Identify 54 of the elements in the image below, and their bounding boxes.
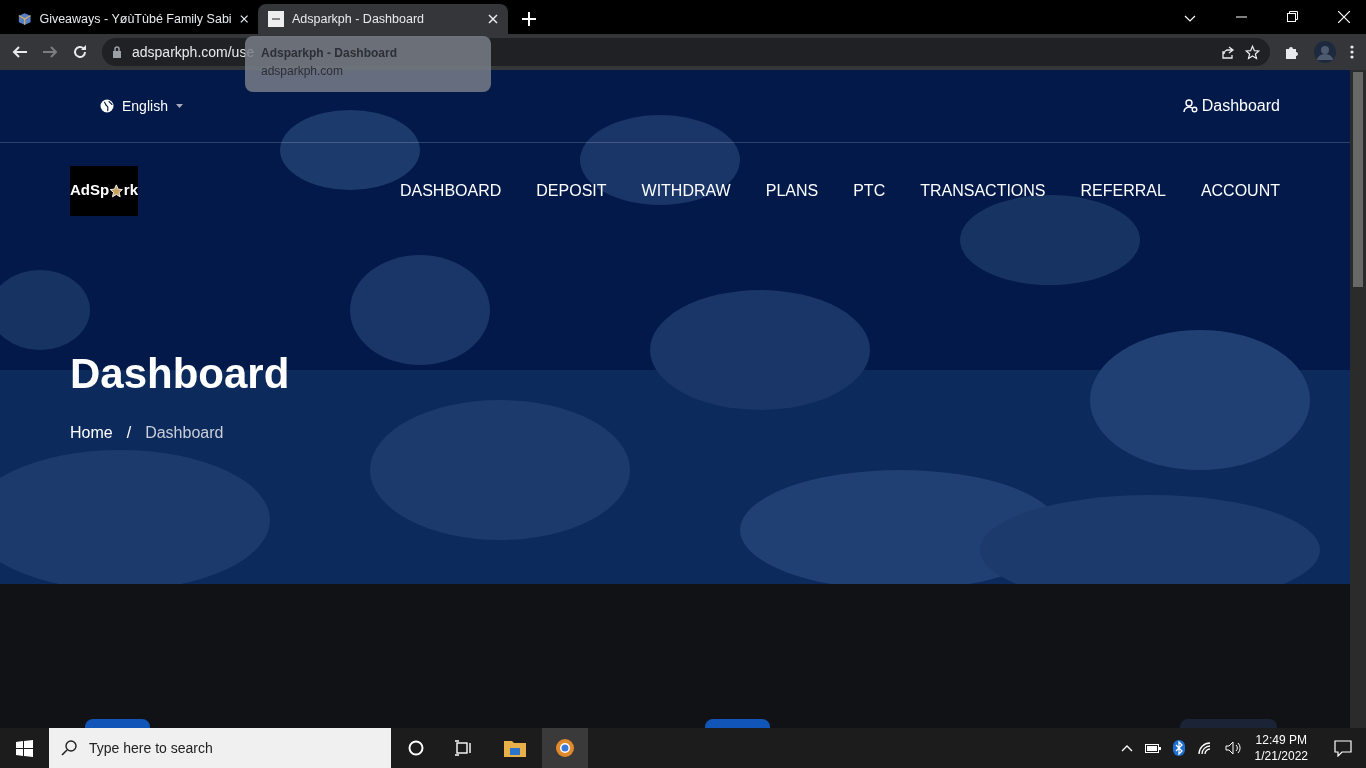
bluetooth-icon[interactable]: [1172, 740, 1185, 756]
chevron-down-icon[interactable]: [1184, 15, 1196, 22]
nav-link[interactable]: PTC: [853, 178, 886, 203]
browser-tab[interactable]: Adsparkph - Dashboard: [258, 4, 508, 34]
cortana-icon[interactable]: [408, 740, 424, 756]
breadcrumb-link[interactable]: Home: [70, 421, 113, 445]
nav-link[interactable]: REFERRAL: [1080, 178, 1166, 203]
logo[interactable]: AdSp rk: [70, 165, 138, 216]
reload-icon[interactable]: [72, 44, 88, 60]
taskbar-search-field[interactable]: Type here to search: [49, 728, 391, 768]
breadcrumb-current: Dashboard: [145, 423, 224, 443]
globe-icon: [100, 99, 114, 113]
browser-icon: [555, 738, 575, 758]
share-icon[interactable]: [1221, 45, 1235, 59]
favicon-icon: [18, 11, 32, 27]
clock-date[interactable]: 1/21/2022: [1254, 748, 1308, 765]
new-tab-icon[interactable]: [522, 12, 536, 26]
dashboard-link[interactable]: Dashboard: [1182, 94, 1280, 118]
battery-icon[interactable]: [1144, 743, 1161, 753]
forward-icon[interactable]: [42, 44, 58, 60]
user-gear-icon: [1182, 99, 1198, 113]
nav-link[interactable]: WITHDRAW: [641, 178, 731, 203]
lock-icon: [112, 46, 122, 58]
chrome-taskbar-button[interactable]: [542, 728, 588, 768]
language-selector[interactable]: English: [100, 95, 183, 117]
star-icon[interactable]: [1245, 44, 1260, 60]
windows-start-icon[interactable]: [16, 739, 33, 757]
nav-link[interactable]: TRANSACTIONS: [920, 178, 1046, 203]
caret-icon: [175, 104, 183, 108]
nav-link[interactable]: ACCOUNT: [1200, 178, 1280, 203]
menu-icon[interactable]: [1350, 45, 1354, 59]
nav-link[interactable]: PLANS: [765, 178, 819, 203]
star-icon: [109, 182, 124, 199]
tooltip-url: adsparkph.com: [261, 63, 345, 80]
page-title: Dashboard: [70, 353, 291, 395]
restore-icon[interactable]: [1287, 11, 1298, 22]
notification-icon[interactable]: [1334, 739, 1352, 757]
nav-link[interactable]: DASHBOARD: [399, 178, 502, 203]
task-view-icon[interactable]: [454, 740, 472, 756]
clock-time[interactable]: 12:49 PM: [1254, 731, 1308, 748]
chevron-up-icon[interactable]: [1120, 744, 1133, 752]
folder-icon[interactable]: [504, 739, 526, 757]
scrollbar[interactable]: [1350, 70, 1366, 728]
nav-link[interactable]: DEPOSIT: [536, 178, 607, 203]
close-icon[interactable]: [488, 14, 498, 24]
favicon-icon: [268, 11, 284, 27]
browser-tab[interactable]: Giveaways - YøùTùbé Family Sabi: [8, 4, 258, 34]
close-icon[interactable]: [239, 14, 248, 24]
tooltip-title: Adsparkph - Dashboard: [261, 45, 399, 62]
puzzle-icon[interactable]: [1284, 44, 1300, 60]
breadcrumb-separator: /: [126, 423, 132, 443]
volume-icon[interactable]: [1224, 741, 1243, 755]
wifi-icon[interactable]: [1196, 741, 1213, 755]
back-icon[interactable]: [12, 44, 28, 60]
